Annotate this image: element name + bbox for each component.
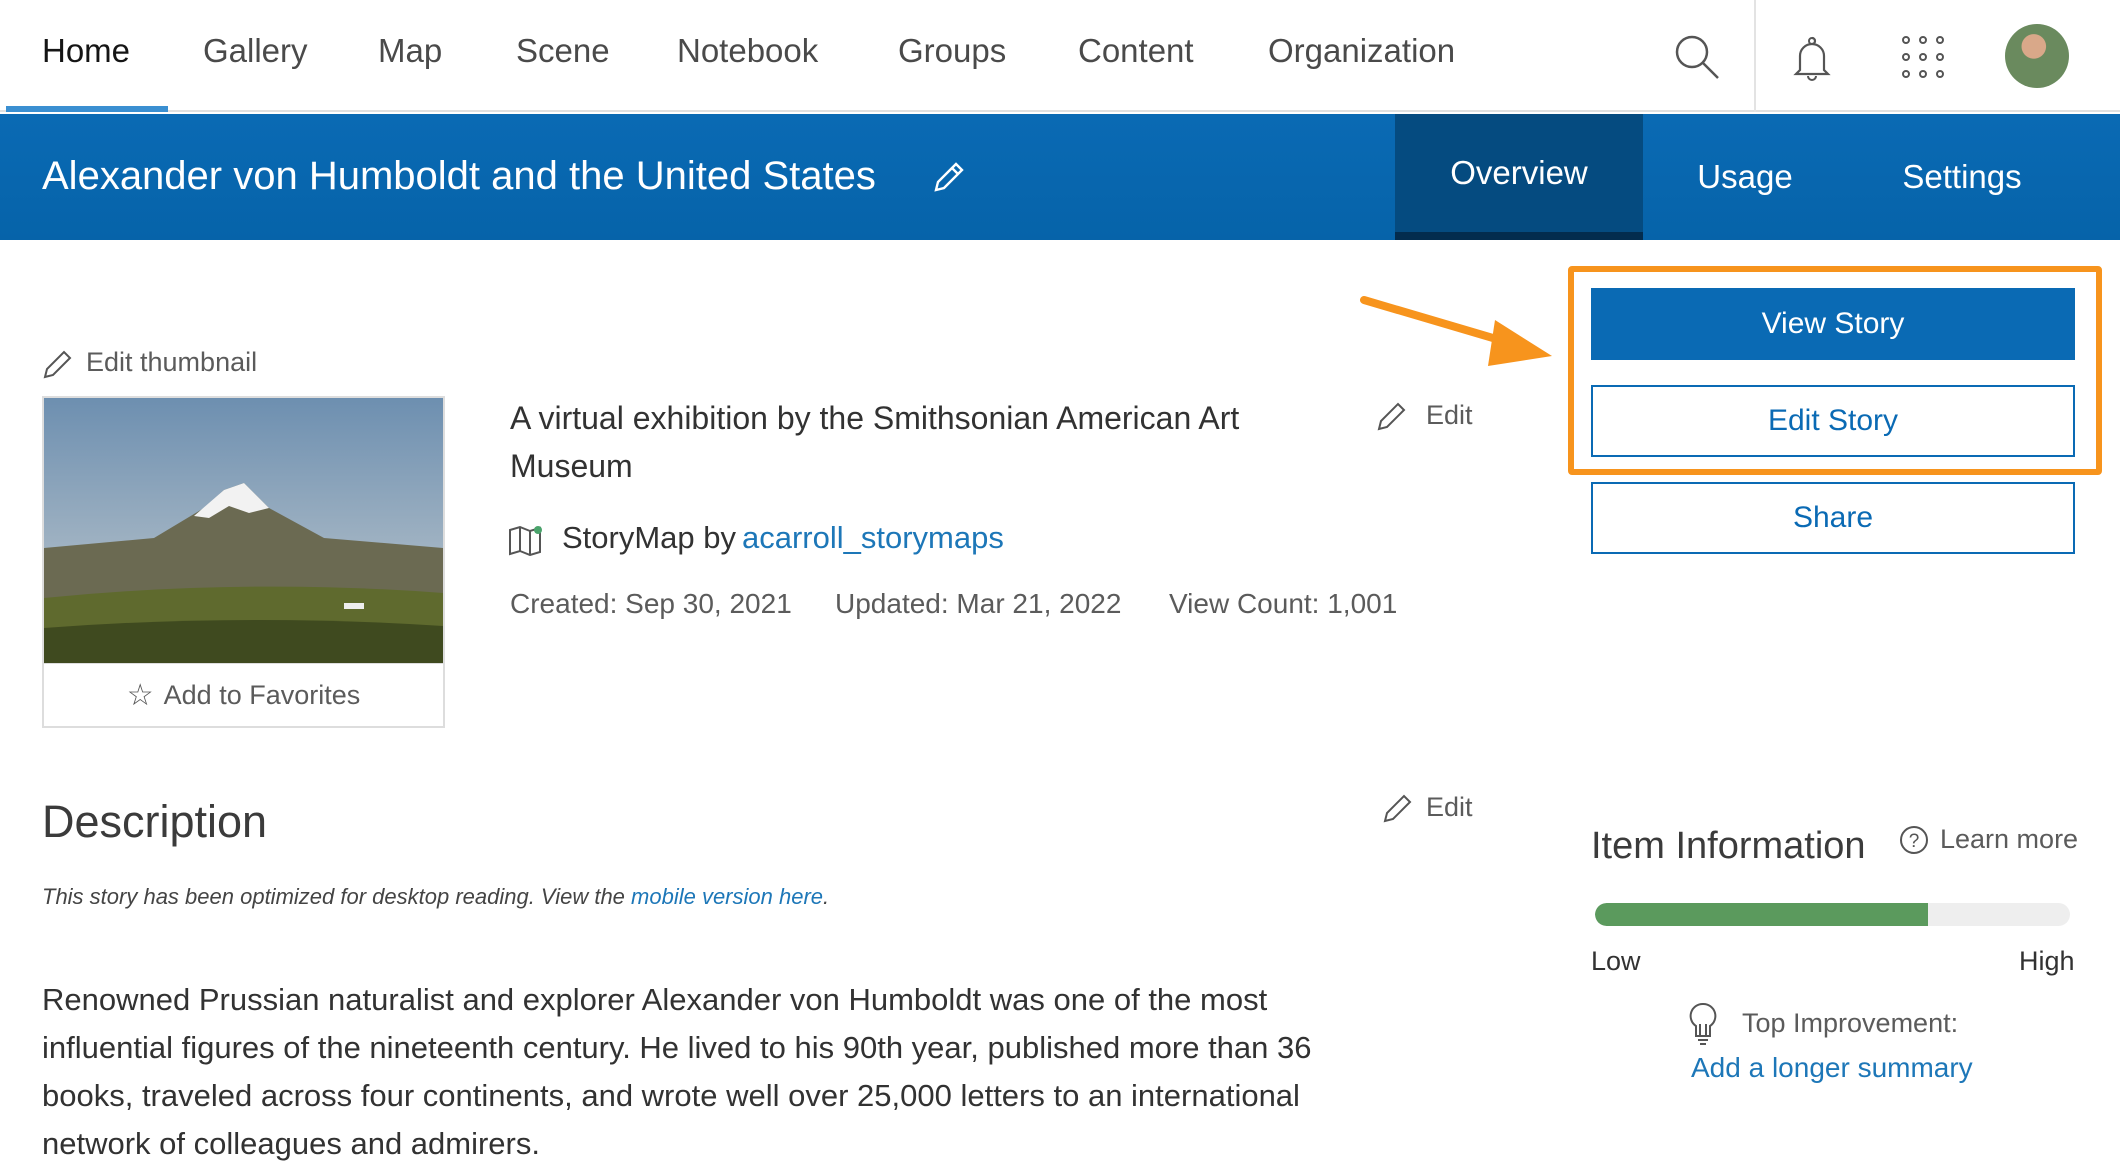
description-line: Renowned Prussian naturalist and explore… [42,982,1268,1017]
nav-organization[interactable]: Organization [1268,32,1455,70]
updated-date: Updated: Mar 21, 2022 [835,588,1122,619]
mobile-version-link[interactable]: mobile version here [631,884,823,909]
summary-line-1: A virtual exhibition by the Smithsonian … [510,400,1240,436]
pencil-icon [43,350,72,379]
notification-bell-icon[interactable] [1790,34,1834,82]
edit-title-pencil-icon[interactable] [932,160,966,194]
description-line: influential figures of the nineteenth ce… [42,1030,1312,1065]
add-longer-summary-link[interactable]: Add a longer summary [1691,1052,1973,1084]
storymap-icon [509,525,542,556]
top-improvement-label: Top Improvement: [1742,1008,1959,1038]
nav-divider [1754,0,1756,112]
edit-thumbnail-link[interactable]: Edit thumbnail [86,347,257,378]
add-to-favorites-button[interactable]: ☆ Add to Favorites [44,663,443,726]
owner-link[interactable]: acarroll_storymaps [742,520,1004,556]
active-nav-indicator [6,106,168,112]
summary-line-2: Museum [510,448,633,484]
high-label: High [2019,946,2075,976]
top-nav: Home Gallery Map Scene Notebook Groups C… [0,0,2120,112]
nav-map[interactable]: Map [378,32,442,70]
user-avatar[interactable] [2005,24,2069,88]
progress-fill [1595,903,1928,926]
item-type-label: StoryMap by [562,520,737,555]
add-to-favorites-label: Add to Favorites [163,679,361,710]
thumbnail-image [44,398,443,663]
tab-overview[interactable]: Overview [1395,114,1643,240]
search-icon[interactable] [1674,34,1720,80]
nav-content[interactable]: Content [1078,32,1194,70]
star-icon: ☆ [126,678,154,712]
svg-text:?: ? [1909,831,1920,852]
mobile-note-suffix: . [823,884,830,909]
description-line: network of colleagues and admirers. [42,1126,540,1161]
nav-notebook[interactable]: Notebook [677,32,818,70]
mobile-note-text: This story has been optimized for deskto… [42,884,632,909]
description-line: books, traveled across four continents, … [42,1078,1300,1113]
nav-home[interactable]: Home [42,32,130,70]
item-title: Alexander von Humboldt and the United St… [42,154,876,198]
thumbnail-card: ☆ Add to Favorites [42,396,445,728]
edit-summary-link[interactable]: Edit [1426,400,1473,431]
item-info-progress-bar [1595,903,2070,926]
help-icon[interactable]: ? [1898,824,1930,856]
edit-description-link[interactable]: Edit [1426,792,1473,823]
nav-scene[interactable]: Scene [516,32,610,70]
description-heading: Description [42,796,268,847]
pencil-icon [1377,402,1406,431]
lightbulb-icon [1689,1002,1717,1045]
edit-story-button[interactable]: Edit Story [1591,385,2075,457]
view-story-button[interactable]: View Story [1591,288,2075,360]
item-banner: Alexander von Humboldt and the United St… [0,114,2120,240]
tab-usage[interactable]: Usage [1643,114,1847,240]
share-button[interactable]: Share [1591,482,2075,554]
nav-gallery[interactable]: Gallery [203,32,308,70]
created-date: Created: Sep 30, 2021 [510,588,792,619]
item-information-heading: Item Information [1591,825,1866,867]
learn-more-link[interactable]: Learn more [1940,824,2078,855]
nav-groups[interactable]: Groups [898,32,1006,70]
pencil-icon [1383,794,1412,823]
mobile-note: This story has been optimized for deskto… [42,884,829,910]
arrow-annotation-icon [1360,296,1552,366]
low-label: Low [1591,946,1641,976]
view-count: View Count: 1,001 [1169,588,1398,619]
tab-settings[interactable]: Settings [1847,114,2077,240]
app-launcher-icon[interactable] [1900,34,1946,80]
